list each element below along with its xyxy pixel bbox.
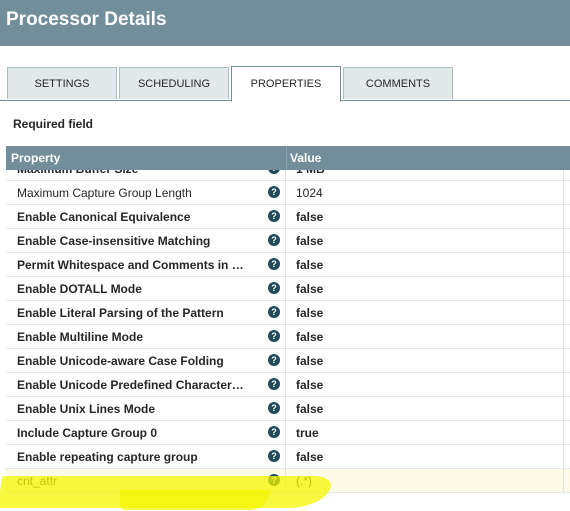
property-name: Enable repeating capture group <box>17 450 198 464</box>
property-value: false <box>296 258 324 272</box>
property-cell: Enable Unicode Predefined Character Clas… <box>6 373 286 397</box>
table-row[interactable]: Enable repeating capture group? false <box>6 445 570 469</box>
table-row[interactable]: Enable Unix Lines Mode? false <box>6 397 570 421</box>
help-icon[interactable]: ? <box>268 186 280 198</box>
help-icon[interactable]: ? <box>268 378 280 390</box>
value-cell[interactable]: false <box>286 277 564 301</box>
property-value: 1 MB <box>296 170 325 176</box>
value-cell[interactable]: 1 MB <box>286 170 564 181</box>
property-name: Enable Literal Parsing of the Pattern <box>17 306 224 320</box>
property-value: false <box>296 354 324 368</box>
value-cell[interactable]: false <box>286 445 564 469</box>
table-row[interactable]: Enable Unicode-aware Case Folding? false <box>6 349 570 373</box>
property-name: Enable Multiline Mode <box>17 330 144 344</box>
property-value: false <box>296 234 324 248</box>
value-cell[interactable]: false <box>286 325 564 349</box>
property-cell: Enable Case-insensitive Matching? <box>6 229 286 253</box>
property-cell: Enable DOTALL Mode? <box>6 277 286 301</box>
tab-bar: SETTINGS SCHEDULING PROPERTIES COMMENTS <box>0 46 570 102</box>
property-name: Enable Unicode-aware Case Folding <box>17 354 224 368</box>
column-divider <box>286 146 287 170</box>
value-cell[interactable]: false <box>286 373 564 397</box>
table-row[interactable]: Maximum Capture Group Length? 1024 <box>6 181 570 205</box>
value-cell[interactable]: false <box>286 301 564 325</box>
table-row[interactable]: Enable DOTALL Mode? false <box>6 277 570 301</box>
property-cell: Include Capture Group 0? <box>6 421 286 445</box>
property-value: 1024 <box>296 186 323 200</box>
property-value: false <box>296 210 324 224</box>
property-name: Enable Case-insensitive Matching <box>17 234 211 248</box>
required-field-label: Required field <box>13 117 94 131</box>
help-icon[interactable]: ? <box>268 450 280 462</box>
table-body[interactable]: Maximum Buffer Size? 1 MB Maximum Capture … <box>6 170 570 506</box>
table-row[interactable]: cnt_attr? (.*) <box>6 469 570 493</box>
table-header: Property Value <box>6 146 570 170</box>
tab-comments[interactable]: COMMENTS <box>343 67 453 99</box>
dialog-header: Processor Details <box>0 0 570 46</box>
column-header-property[interactable]: Property <box>11 151 60 165</box>
property-name: Enable DOTALL Mode <box>17 282 142 296</box>
help-icon[interactable]: ? <box>268 330 280 342</box>
property-cell: cnt_attr? <box>6 469 286 493</box>
value-cell[interactable]: false <box>286 397 564 421</box>
help-icon[interactable]: ? <box>268 234 280 246</box>
table-row[interactable]: Enable Case-insensitive Matching? false <box>6 229 570 253</box>
value-cell[interactable]: true <box>286 421 564 445</box>
value-cell[interactable]: false <box>286 349 564 373</box>
table-row[interactable]: Enable Unicode Predefined Character Clas… <box>6 373 570 397</box>
help-icon[interactable]: ? <box>268 170 280 174</box>
property-cell: Maximum Capture Group Length? <box>6 181 286 205</box>
property-name: cnt_attr <box>17 474 58 488</box>
property-name: Maximum Capture Group Length <box>17 186 192 200</box>
tab-scheduling[interactable]: SCHEDULING <box>119 67 229 99</box>
table-row[interactable]: Enable Canonical Equivalence? false <box>6 205 570 229</box>
property-cell: Enable Unicode-aware Case Folding? <box>6 349 286 373</box>
help-icon[interactable]: ? <box>268 426 280 438</box>
help-icon[interactable]: ? <box>268 282 280 294</box>
property-cell: Enable Literal Parsing of the Pattern? <box>6 301 286 325</box>
help-icon[interactable]: ? <box>268 402 280 414</box>
value-cell[interactable]: false <box>286 253 564 277</box>
table-row[interactable]: Enable Multiline Mode? false <box>6 325 570 349</box>
property-name: Include Capture Group 0 <box>17 426 158 440</box>
help-icon[interactable]: ? <box>268 210 280 222</box>
property-name: Maximum Buffer Size <box>17 170 247 176</box>
property-value: false <box>296 402 324 416</box>
table-row[interactable]: Permit Whitespace and Comments in Patter… <box>6 253 570 277</box>
dialog-title: Processor Details <box>6 9 167 30</box>
table-row[interactable]: Include Capture Group 0? true <box>6 421 570 445</box>
value-cell[interactable]: 1024 <box>286 181 564 205</box>
value-cell[interactable]: false <box>286 229 564 253</box>
property-value: false <box>296 330 324 344</box>
property-name: Permit Whitespace and Comments in Patter… <box>17 258 247 272</box>
help-icon[interactable]: ? <box>268 306 280 318</box>
help-icon[interactable]: ? <box>268 474 280 486</box>
property-value: false <box>296 378 324 392</box>
property-cell: Enable Multiline Mode? <box>6 325 286 349</box>
property-cell: Maximum Buffer Size? <box>6 170 286 181</box>
property-cell: Enable Canonical Equivalence? <box>6 205 286 229</box>
value-cell[interactable]: (.*) <box>286 469 564 493</box>
property-value: true <box>296 426 319 440</box>
tab-settings[interactable]: SETTINGS <box>7 67 117 99</box>
property-name: Enable Unix Lines Mode <box>17 402 156 416</box>
properties-table: Property Value Maximum Buffer Size?1 MBM… <box>6 146 570 506</box>
property-cell: Permit Whitespace and Comments in Patter… <box>6 253 286 277</box>
property-value: false <box>296 282 324 296</box>
tab-properties[interactable]: PROPERTIES <box>231 66 341 102</box>
property-cell: Enable repeating capture group? <box>6 445 286 469</box>
property-value: (.*) <box>296 474 312 488</box>
help-icon[interactable]: ? <box>268 258 280 270</box>
value-cell[interactable]: false <box>286 205 564 229</box>
column-header-value[interactable]: Value <box>290 151 321 165</box>
table-row[interactable]: Enable Literal Parsing of the Pattern? fa… <box>6 301 570 325</box>
property-value: false <box>296 450 324 464</box>
table-row[interactable]: Maximum Buffer Size? 1 MB <box>6 170 570 181</box>
help-icon[interactable]: ? <box>268 354 280 366</box>
property-name: Enable Canonical Equivalence <box>17 210 191 224</box>
property-name: Enable Unicode Predefined Character Clas… <box>17 378 247 392</box>
property-cell: Enable Unix Lines Mode? <box>6 397 286 421</box>
property-value: false <box>296 306 324 320</box>
